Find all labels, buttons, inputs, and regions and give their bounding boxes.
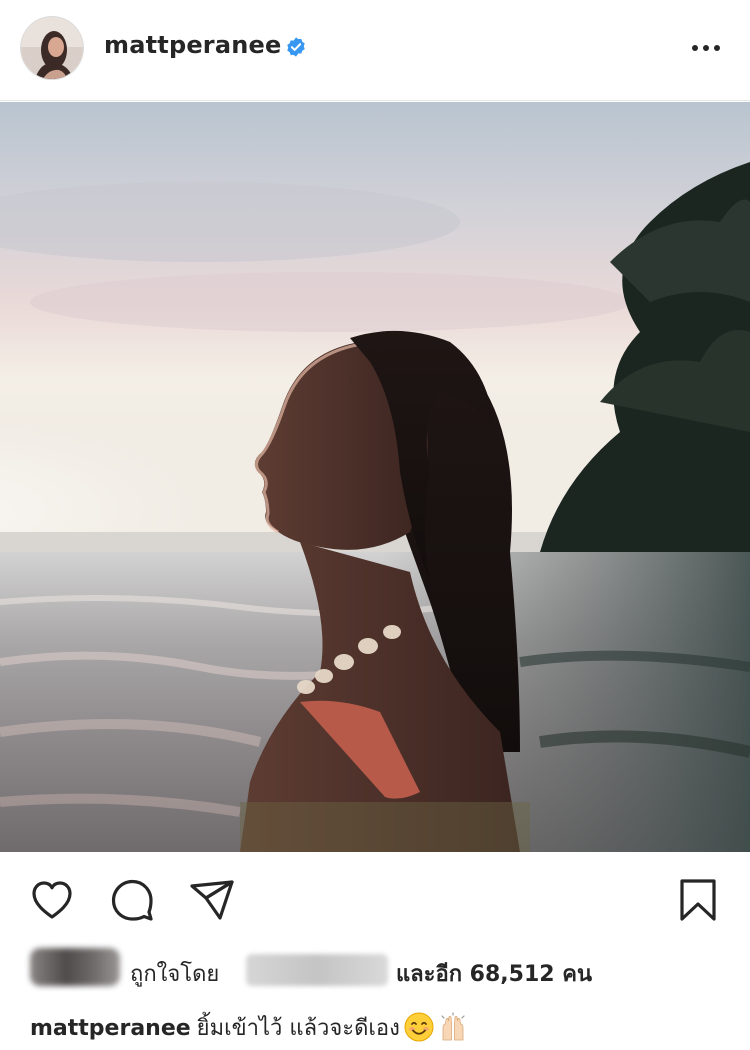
more-options-dot (714, 45, 720, 51)
more-options-dot (703, 45, 709, 51)
profile-avatar[interactable] (21, 17, 83, 79)
comment-bubble-icon[interactable] (108, 876, 156, 924)
caption-username[interactable]: mattperanee (30, 1016, 191, 1041)
bookmark-icon[interactable] (674, 876, 722, 924)
more-options-button[interactable] (684, 30, 728, 66)
verified-badge-icon (287, 37, 305, 57)
heart-icon[interactable] (28, 876, 76, 924)
liker-name-blurred[interactable] (246, 954, 388, 986)
likes-count-link[interactable]: และอีก 68,512 คน (396, 956, 592, 991)
post-photo[interactable] (0, 102, 750, 852)
raised-hands-emoji (441, 1012, 465, 1041)
post-header: mattperanee (0, 0, 750, 101)
paper-plane-icon[interactable] (188, 876, 236, 924)
likes-summary: ถูกใจโดย และอีก 68,512 คน (30, 946, 730, 992)
more-options-icon (692, 45, 698, 51)
post-username[interactable]: mattperanee (104, 31, 281, 59)
post-image (0, 102, 750, 852)
liked-by-label: ถูกใจโดย (130, 962, 220, 987)
liker-avatars-blurred[interactable] (30, 948, 120, 986)
avatar-image (21, 17, 83, 79)
post-caption: mattperanee ยิ้มเข้าไว้ แล้วจะดีเอง (30, 1010, 730, 1046)
caption-text: ยิ้มเข้าไว้ แล้วจะดีเอง (196, 1016, 400, 1041)
smiling-face-emoji (404, 1012, 434, 1042)
